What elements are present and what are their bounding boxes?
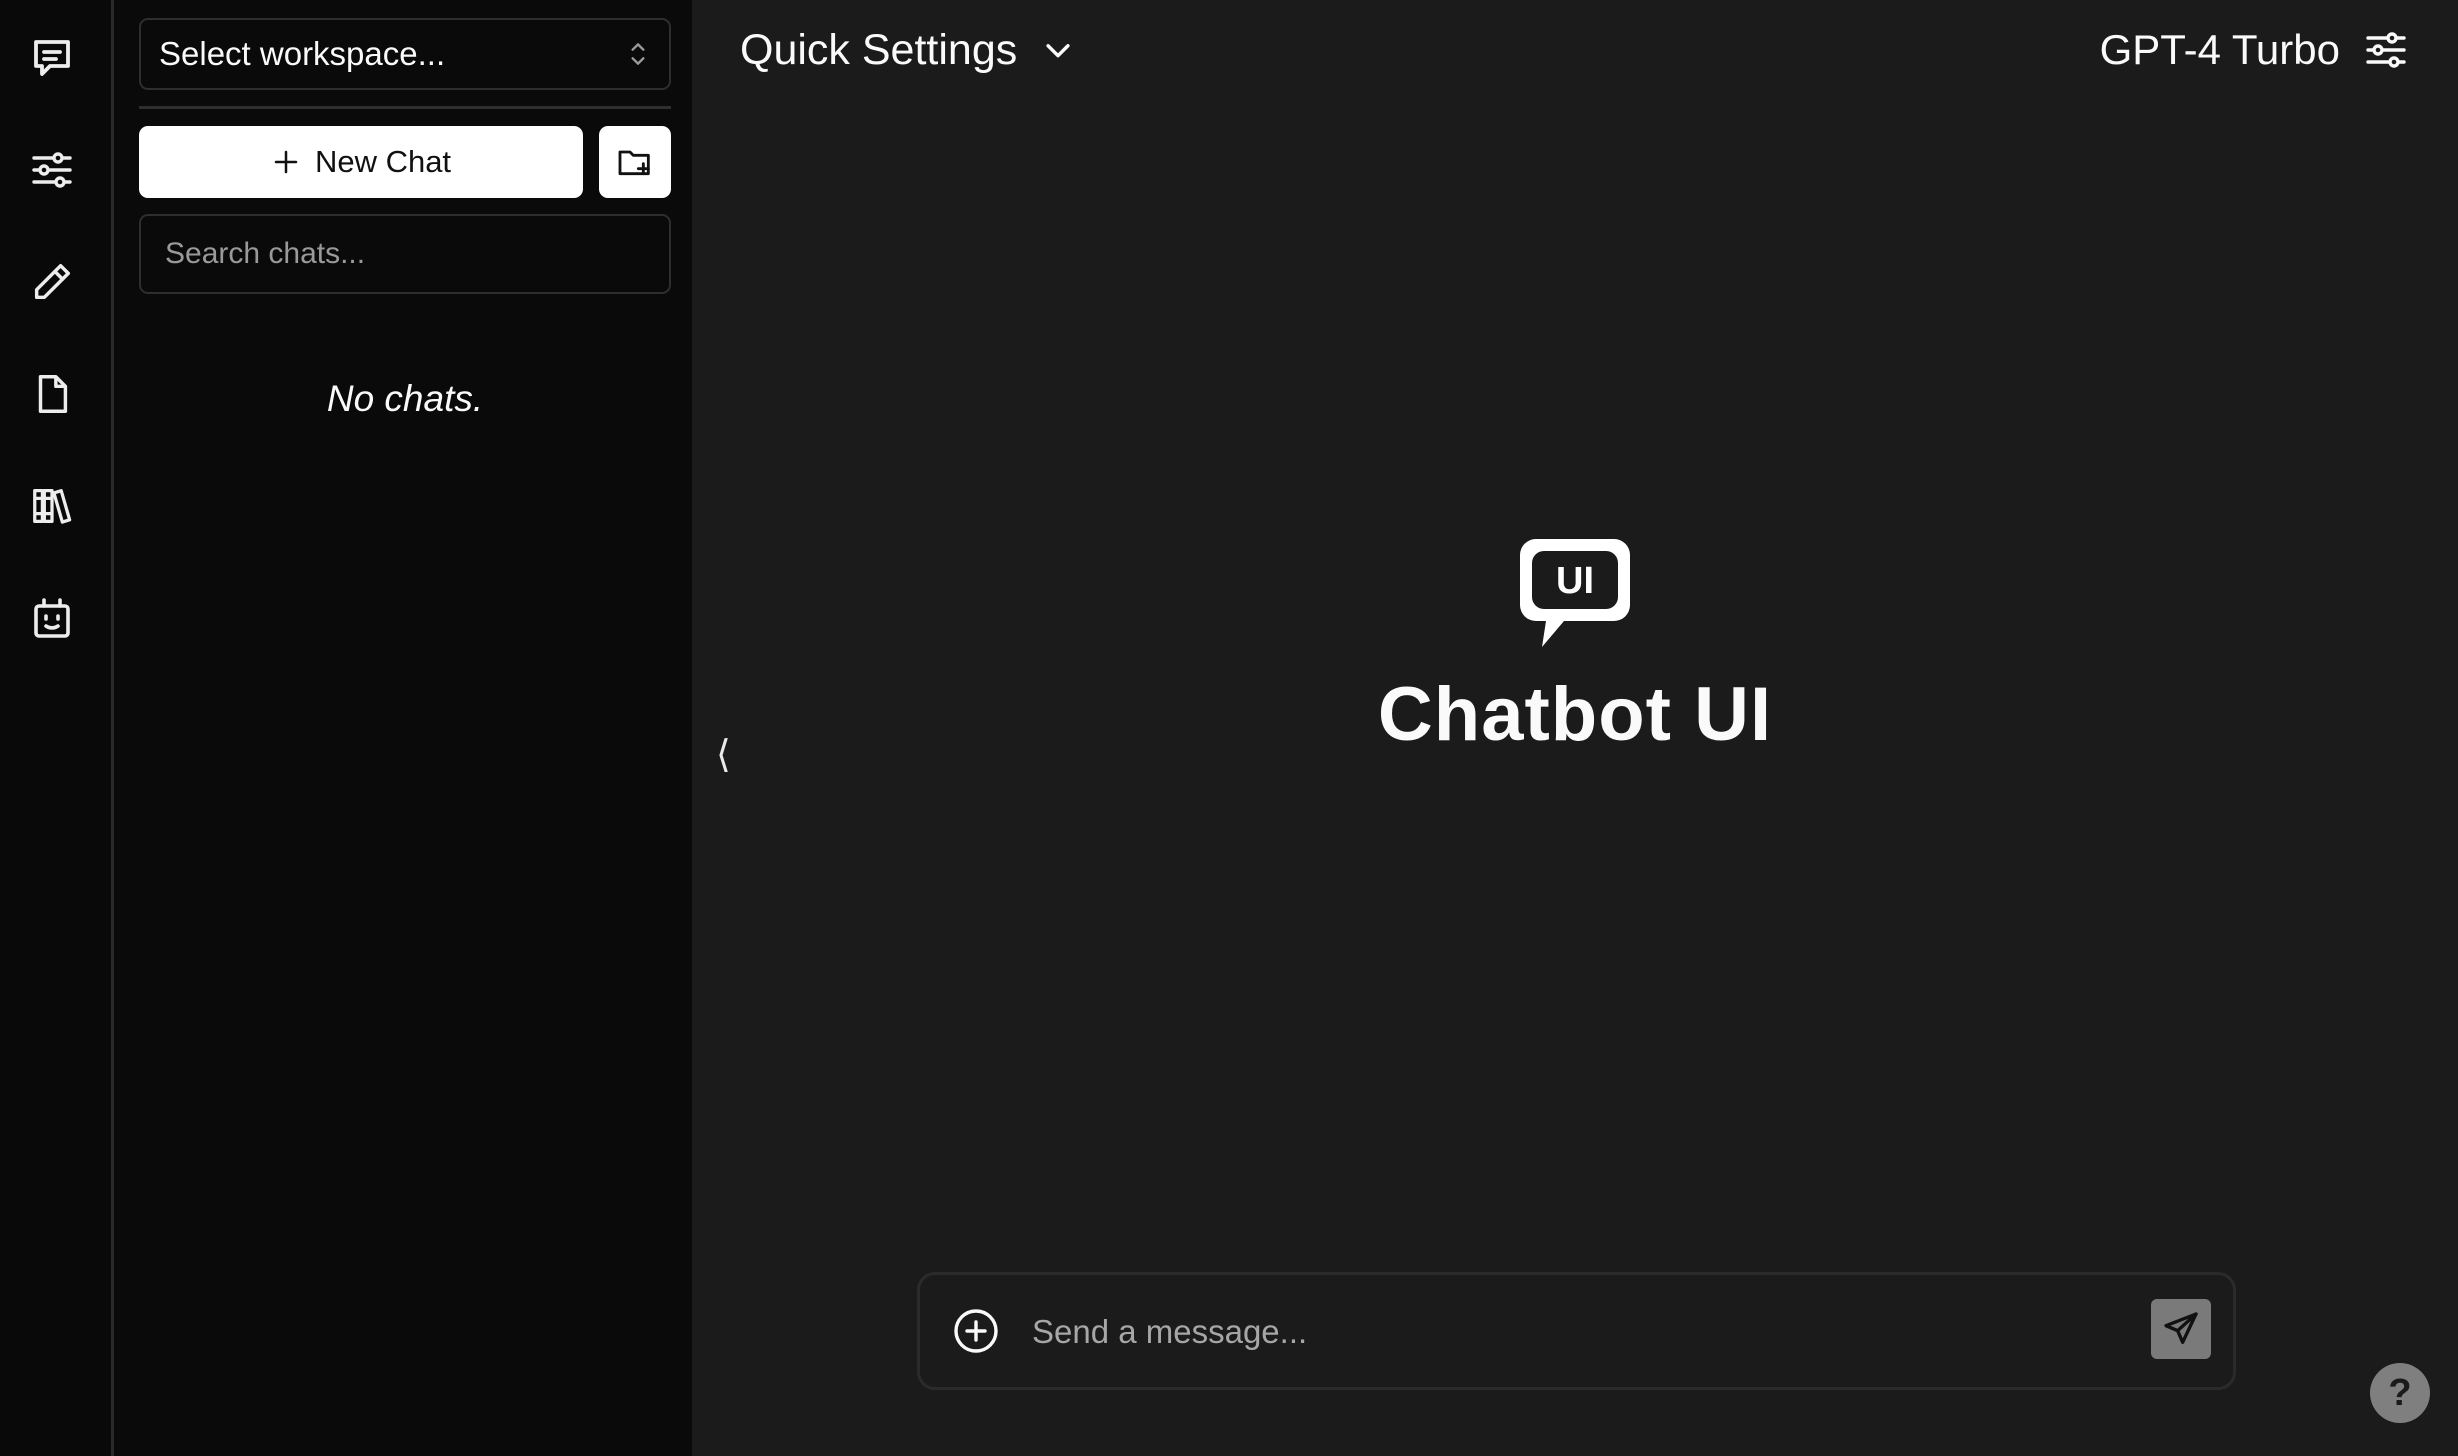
sliders-icon (32, 152, 72, 188)
plus-circle-icon[interactable] (952, 1307, 1000, 1355)
chats-tab[interactable] (22, 28, 82, 88)
chevron-up-down-icon (631, 43, 645, 65)
pencil-icon (34, 263, 71, 300)
chat-settings-button[interactable] (2362, 26, 2410, 74)
chevron-down-icon (1046, 44, 1070, 58)
model-label: GPT-4 Turbo (2099, 26, 2340, 73)
files-tab[interactable] (22, 364, 82, 424)
help-button[interactable]: ? (2370, 1363, 2430, 1423)
presets-tab[interactable] (22, 140, 82, 200)
message-square-icon (34, 40, 70, 76)
robot-face-icon (34, 598, 70, 638)
new-chat-button[interactable]: New Chat (139, 126, 583, 198)
prompts-tab[interactable] (22, 252, 82, 312)
plus-icon (274, 150, 298, 174)
collections-tab[interactable] (22, 476, 82, 536)
logo-text: UI (1556, 560, 1594, 602)
file-icon (38, 375, 68, 413)
workspace-select-label: Select workspace... (159, 35, 446, 72)
new-folder-button[interactable] (599, 126, 671, 198)
main-panel: Quick Settings GPT-4 Turbo ⟨ UI Chatbot … (692, 0, 2458, 1456)
message-composer (917, 1272, 2236, 1390)
icon-rail (0, 0, 114, 1456)
empty-chats-label: No chats. (326, 378, 484, 419)
chatbot-ui-logo: UI (1520, 539, 1630, 647)
new-chat-label: New Chat (314, 144, 452, 179)
send-button[interactable] (2151, 1299, 2211, 1359)
send-icon (2164, 1312, 2198, 1344)
quick-settings-dropdown[interactable]: Quick Settings (740, 22, 1075, 78)
books-icon (33, 489, 72, 524)
quick-settings-label: Quick Settings (740, 25, 1018, 74)
brand-title: Chatbot UI (1377, 672, 1773, 757)
workspace-select[interactable]: Select workspace... (139, 18, 671, 90)
chat-sidebar: Select workspace... New Chat No chats. (114, 0, 692, 1456)
sidebar-divider (139, 106, 671, 109)
search-chats-input[interactable] (139, 214, 671, 294)
assistants-tab[interactable] (22, 588, 82, 648)
brand: UI Chatbot UI (692, 535, 2458, 758)
sliders-icon (2366, 32, 2406, 68)
message-input[interactable] (1030, 1295, 2094, 1369)
folder-plus-icon (618, 150, 650, 176)
model-indicator: GPT-4 Turbo (2100, 22, 2410, 78)
